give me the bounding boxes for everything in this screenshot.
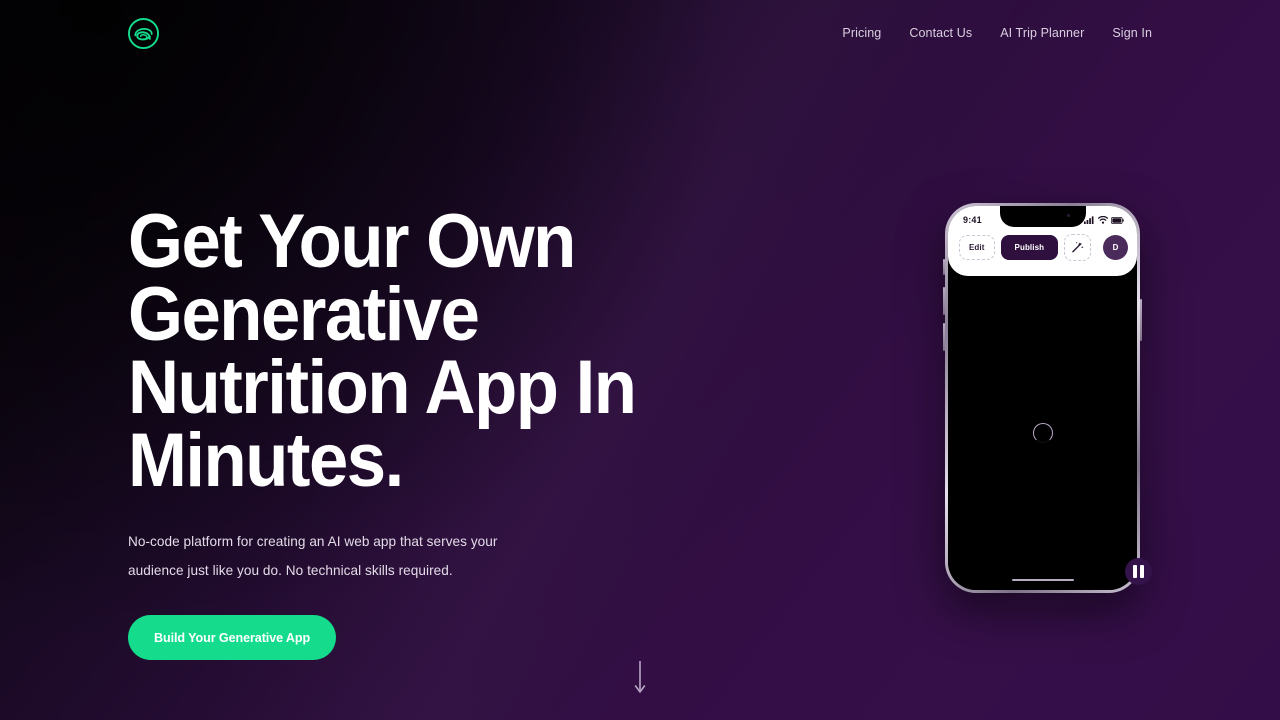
nav-link-ai-trip-planner[interactable]: AI Trip Planner [1000,26,1084,40]
status-icons [1084,216,1124,224]
sparkle-wand-icon [1072,241,1084,253]
site-header: Pricing Contact Us AI Trip Planner Sign … [0,0,1280,66]
phone-frame: 9:41 Edit Publish D [943,203,1142,593]
edit-button[interactable]: Edit [959,235,995,260]
pause-icon [1133,565,1137,578]
nav-link-pricing[interactable]: Pricing [842,26,881,40]
hero-title: Get Your Own Generative Nutrition App In… [128,199,637,503]
pause-icon-second-bar [1140,565,1144,578]
hero-section: Get Your Own Generative Nutrition App In… [0,0,1280,720]
phone-volume-up-button [943,287,945,315]
wifi-icon [1098,216,1108,224]
app-action-bar: Edit Publish D [948,230,1137,261]
home-indicator [1011,578,1074,581]
publish-button[interactable]: Publish [1000,235,1059,260]
nav-link-contact-us[interactable]: Contact Us [909,26,972,40]
main-navigation: Pricing Contact Us AI Trip Planner Sign … [842,26,1152,40]
pause-button[interactable] [1125,558,1152,585]
magic-generate-button[interactable] [1064,234,1092,261]
phone-status-bar: 9:41 [948,206,1137,230]
battery-icon [1111,216,1124,224]
landing-page: Pricing Contact Us AI Trip Planner Sign … [0,0,1280,720]
loading-spinner-icon [1032,423,1053,443]
hero-subtitle: No-code platform for creating an AI web … [128,534,498,578]
status-time: 9:41 [963,215,982,225]
phone-screen: 9:41 Edit Publish D [948,206,1137,590]
brand-logo-link[interactable] [128,17,159,49]
scroll-down-hint[interactable] [634,661,646,700]
app-content-area [948,276,1137,590]
signal-bars-icon [1084,216,1094,224]
phone-volume-down-button [943,323,945,351]
build-generative-app-button[interactable]: Build Your Generative App [128,615,337,660]
arrow-down-icon [634,661,646,693]
user-avatar[interactable]: D [1103,235,1128,260]
phone-power-button [1140,299,1142,341]
phone-silent-switch [943,259,945,275]
spiral-circle-logo-icon [128,17,159,49]
hero-copy: Get Your Own Generative Nutrition App In… [128,199,848,660]
nav-link-sign-in[interactable]: Sign In [1112,26,1152,40]
app-topbar: 9:41 Edit Publish D [948,206,1137,276]
phone-mockup: 9:41 Edit Publish D [921,187,1164,607]
